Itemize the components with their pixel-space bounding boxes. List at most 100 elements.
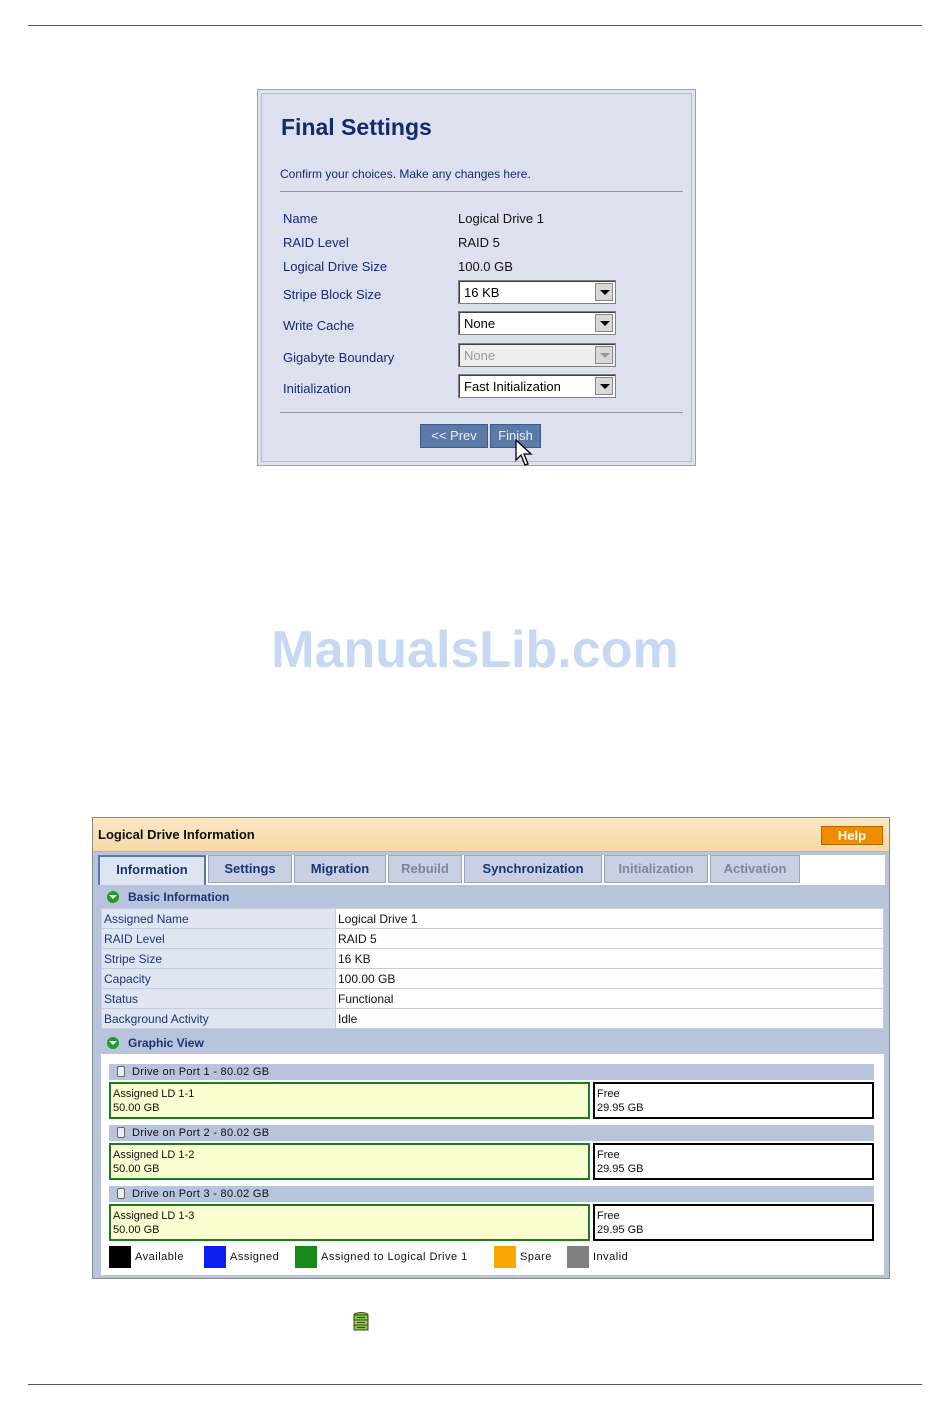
legend-label: Invalid [593,1251,629,1263]
row-key: Assigned Name [101,908,336,929]
tab-migration[interactable]: Migration [294,855,386,883]
legend-label: Assigned [230,1251,280,1263]
segment-size: 29.95 GB [597,1102,644,1114]
section-label: Graphic View [128,1036,204,1050]
legend-label: Spare [520,1251,552,1263]
drive-label: Drive on Port 1 - 80.02 GB [132,1066,270,1078]
dropdown-arrow-icon[interactable] [595,314,613,332]
segment-name: Free [597,1088,620,1100]
write-cache-label: Write Cache [283,318,355,333]
legend-swatch [295,1246,317,1268]
table-row: Capacity 100.00 GB [101,968,884,989]
drive-size-value: 100.0 GB [458,259,513,274]
initialization-label: Initialization [283,381,351,396]
assigned-ld-segment[interactable]: Assigned LD 1-3 50.00 GB [109,1204,590,1241]
graphic-view: Drive on Port 1 - 80.02 GB Assigned LD 1… [101,1054,884,1275]
table-row: Assigned Name Logical Drive 1 [101,908,884,929]
row-value: RAID 5 [335,928,884,949]
row-value: 100.00 GB [335,968,884,989]
bottom-rule [28,1384,922,1385]
segment-size: 29.95 GB [597,1224,644,1236]
free-segment[interactable]: Free 29.95 GB [593,1204,874,1241]
dropdown-arrow-icon [595,346,613,364]
tab-rebuild: Rebuild [388,855,462,883]
dropdown-arrow-icon[interactable] [595,377,613,395]
gigabyte-boundary-label: Gigabyte Boundary [283,350,395,365]
legend-label: Available [135,1251,184,1263]
logical-drive-info-panel: Logical Drive Information Help Informati… [92,817,890,1279]
drive-label: Drive on Port 2 - 80.02 GB [132,1127,270,1139]
segment-name: Assigned LD 1-2 [113,1149,195,1161]
segment-size: 50.00 GB [113,1102,160,1114]
tab-settings[interactable]: Settings [208,855,292,883]
raid-level-value: RAID 5 [458,235,500,250]
segment-name: Assigned LD 1-1 [113,1088,195,1100]
assigned-ld-segment[interactable]: Assigned LD 1-2 50.00 GB [109,1143,590,1180]
mouse-pointer-icon [515,439,533,466]
select-value: Fast Initialization [464,379,561,394]
prev-button[interactable]: << Prev [420,424,488,448]
name-value: Logical Drive 1 [458,211,544,226]
row-key: Stripe Size [101,948,336,969]
tab-initialization: Initialization [604,855,708,883]
gigabyte-boundary-select: None [458,343,616,367]
segment-size: 29.95 GB [597,1163,644,1175]
assigned-ld-segment[interactable]: Assigned LD 1-1 50.00 GB [109,1082,590,1119]
final-settings-panel: Final Settings Confirm your choices. Mak… [261,93,692,466]
row-key: Status [101,988,336,1009]
panel-title: Logical Drive Information [98,827,255,842]
section-label: Basic Information [128,890,230,904]
free-segment[interactable]: Free 29.95 GB [593,1082,874,1119]
name-label: Name [283,211,318,226]
graphic-view-section[interactable]: Graphic View [98,1033,885,1053]
dialog-subtitle: Confirm your choices. Make any changes h… [280,167,531,181]
table-row: RAID Level RAID 5 [101,928,884,949]
free-segment[interactable]: Free 29.95 GB [593,1143,874,1180]
segment-name: Free [597,1149,620,1161]
segment-size: 50.00 GB [113,1163,160,1175]
tab-bar: Information Settings Migration Rebuild S… [98,855,885,885]
collapse-icon[interactable] [107,891,119,903]
row-value: Functional [335,988,884,1009]
drive-size-label: Logical Drive Size [283,259,388,274]
disk-icon [117,1066,125,1077]
database-icon [353,1312,369,1331]
final-settings-dialog: Final Settings Confirm your choices. Mak… [257,89,696,466]
drive-port-1-header: Drive on Port 1 - 80.02 GB [109,1064,874,1080]
help-button[interactable]: Help [821,826,883,845]
collapse-icon[interactable] [107,1037,119,1049]
row-key: Background Activity [101,1008,336,1029]
dialog-title: Final Settings [281,114,432,140]
raid-level-label: RAID Level [283,235,349,250]
stripe-block-size-select[interactable]: 16 KB [458,280,616,304]
select-value: 16 KB [464,285,500,300]
dropdown-arrow-icon[interactable] [595,283,613,301]
table-row: Background Activity Idle [101,1008,884,1029]
tab-synchronization[interactable]: Synchronization [464,855,602,883]
row-value: Idle [335,1008,884,1029]
tab-information[interactable]: Information [98,855,206,885]
select-value: None [464,316,496,331]
divider [280,191,683,192]
basic-information-section[interactable]: Basic Information [98,887,885,907]
write-cache-select[interactable]: None [458,311,616,335]
segment-name: Free [597,1210,620,1222]
row-value: Logical Drive 1 [335,908,884,929]
legend-label: Assigned to Logical Drive 1 [321,1251,468,1263]
segment-name: Assigned LD 1-3 [113,1210,195,1222]
legend-swatch [567,1246,589,1268]
stripe-block-size-label: Stripe Block Size [283,287,382,302]
tab-activation: Activation [710,855,800,883]
divider [280,412,683,413]
basic-info-table: Assigned Name Logical Drive 1 RAID Level R… [101,908,884,1029]
drive-label: Drive on Port 3 - 80.02 GB [132,1188,270,1200]
top-rule [28,25,922,26]
watermark: ManualsLib.com [271,621,679,679]
initialization-select[interactable]: Fast Initialization [458,374,616,398]
drive-port-2-header: Drive on Port 2 - 80.02 GB [109,1125,874,1141]
legend-swatch [494,1246,516,1268]
disk-icon [117,1127,125,1138]
legend-swatch [204,1246,226,1268]
drive-port-3-header: Drive on Port 3 - 80.02 GB [109,1186,874,1202]
select-value: None [464,348,496,363]
